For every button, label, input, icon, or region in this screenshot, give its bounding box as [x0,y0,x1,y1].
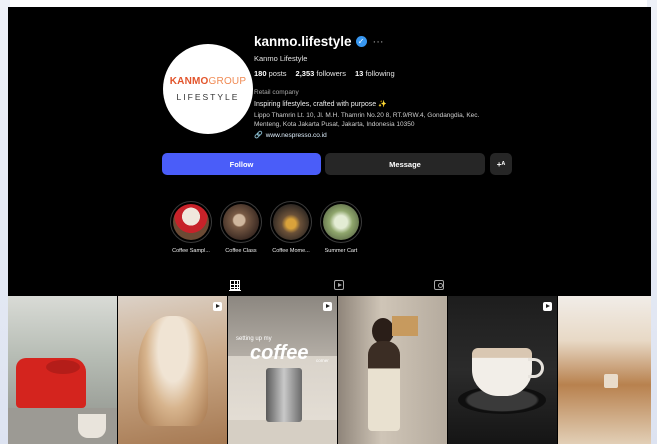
profile-bio-text: Inspiring lifestyles, crafted with purpo… [254,101,377,108]
post-scene [392,316,418,336]
post-thumbnail[interactable] [8,296,117,444]
highlight-coffee-class[interactable]: Coffee Class [213,201,269,254]
following-count: 13 [355,69,364,78]
reel-icon [543,302,552,311]
posts-count: 180 [254,69,267,78]
highlight-coffee-sampling[interactable]: Coffee Sampl... [163,201,219,254]
highlight-label: Coffee Mome... [272,248,310,254]
post-scene [138,316,208,426]
post-scene [528,358,544,378]
reels-icon [334,280,344,290]
username-row: kanmo.lifestyle ✓ ··· [254,34,384,49]
posts-grid: setting up my coffee corner [8,296,651,444]
profile-username: kanmo.lifestyle [254,34,352,49]
profile-link-text[interactable]: www.nespresso.co.id [266,132,327,139]
highlight-cover [323,204,359,240]
highlight-ring [170,201,212,243]
profile-tabs [8,277,651,295]
highlight-ring [220,201,262,243]
post-scene [604,374,618,388]
reel-icon [323,302,332,311]
highlight-label: Coffee Class [225,248,257,254]
profile-bio: Inspiring lifestyles, crafted with purpo… [254,100,387,108]
highlight-cover [273,204,309,240]
profile-stats: 180 posts 2,353 followers 13 following [254,69,395,78]
highlight-ring [320,201,362,243]
posts-stat: 180 posts [254,69,287,78]
post-scene [368,341,400,431]
avatar-brand-logo: KANMOGROUP [170,76,246,88]
tab-posts[interactable] [229,280,241,291]
tagged-icon [434,280,444,290]
more-options-icon[interactable]: ··· [373,36,384,48]
highlight-summer-cart[interactable]: Summer Cart [313,201,369,254]
post-thumbnail[interactable]: setting up my coffee corner [228,296,337,444]
highlight-cover [173,204,209,240]
tab-tagged[interactable] [433,280,445,291]
avatar-brand-sub: LIFESTYLE [176,92,240,102]
highlight-label: Coffee Sampl... [172,248,210,254]
verified-badge-icon: ✓ [355,36,367,47]
followers-label: followers [316,69,347,78]
tab-reels[interactable] [333,280,345,291]
reel-icon [213,302,222,311]
highlight-cover [223,204,259,240]
post-overlay-title: coffee [250,342,309,364]
avatar-brand-part1: KANMO [169,76,209,87]
profile-address: Lippo Thamrin Lt. 10, Jl. M.H. Thamrin N… [254,112,480,128]
post-scene [228,420,337,444]
message-button[interactable]: Message [325,153,485,175]
sparkle-icon: ✨ [378,101,387,108]
profile-link[interactable]: 🔗 www.nespresso.co.id [254,131,327,140]
grid-icon [230,280,240,290]
post-thumbnail[interactable] [118,296,227,444]
following-stat[interactable]: 13 following [355,69,395,78]
post-scene [46,360,80,374]
instagram-profile-page: KANMOGROUP LIFESTYLE kanmo.lifestyle ✓ ·… [8,7,651,444]
post-scene [472,348,532,396]
posts-label: posts [268,69,287,78]
highlight-label: Summer Cart [324,248,358,254]
following-label: following [365,69,395,78]
post-thumbnail[interactable] [338,296,447,444]
profile-full-name: Kanmo Lifestyle [254,54,308,63]
suggested-users-button[interactable]: +ᴬ [490,153,512,175]
followers-stat[interactable]: 2,353 followers [296,69,346,78]
followers-count: 2,353 [295,69,315,78]
highlight-coffee-moments[interactable]: Coffee Mome... [263,201,319,254]
post-scene [78,414,106,438]
profile-avatar[interactable]: KANMOGROUP LIFESTYLE [163,44,253,134]
post-overlay-text: corner [316,358,329,363]
post-thumbnail[interactable] [448,296,557,444]
profile-category: Retail company [254,89,299,96]
avatar-brand-part2: GROUP [208,76,247,87]
link-icon: 🔗 [254,132,263,139]
post-scene [266,368,302,422]
highlight-ring [270,201,312,243]
post-thumbnail[interactable] [558,296,651,444]
follow-button[interactable]: Follow [162,153,321,175]
